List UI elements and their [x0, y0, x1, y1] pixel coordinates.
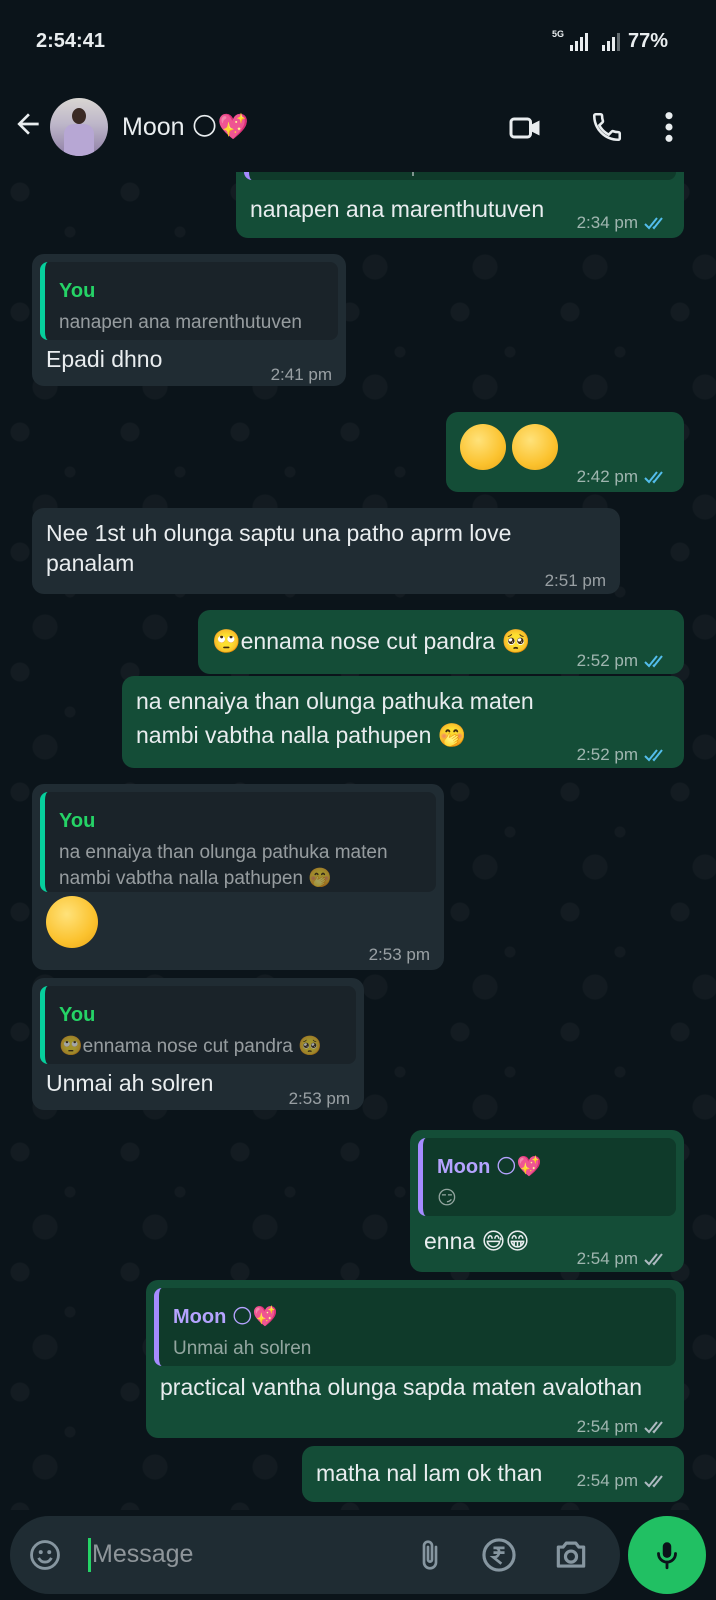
smirk-emoji	[46, 896, 98, 948]
quoted-text: Ethachum fruit saptalam la	[263, 172, 666, 180]
message-text: Unmai ah solren	[46, 1070, 214, 1096]
chat-area[interactable]: Ethachum fruit saptalam la nanapen ana m…	[0, 172, 716, 1510]
message-text	[460, 424, 559, 470]
message-time: 2:34 pm	[576, 213, 638, 232]
quoted-text: Unmai ah solren	[173, 1338, 312, 1359]
message-text: Epadi dhno	[46, 346, 163, 372]
message-meta: 2:54 pm	[577, 1466, 670, 1496]
message-meta: 2:54 pm	[577, 1244, 670, 1274]
double-check-icon	[644, 655, 663, 668]
message-time: 2:42 pm	[576, 467, 638, 486]
attach-icon[interactable]	[414, 1536, 446, 1574]
message-meta: 2:42 pm	[577, 462, 670, 492]
double-check-icon	[644, 1475, 663, 1488]
message-time: 2:52 pm	[576, 745, 638, 764]
message-bubble-outgoing[interactable]: Moon 🌕💖 Unmai ah solren practical vantha…	[146, 1280, 684, 1438]
message-time: 2:54 pm	[576, 1249, 638, 1268]
voice-call-icon[interactable]	[590, 110, 624, 144]
text-cursor	[88, 1538, 91, 1572]
message-bubble-incoming[interactable]: Nee 1st uh olunga saptu una patho aprm l…	[32, 508, 620, 594]
double-check-icon	[644, 1421, 663, 1434]
composer-bar: Message	[0, 1510, 716, 1600]
rupee-payment-icon[interactable]	[480, 1536, 518, 1574]
quoted-text-line: na ennaiya than olunga pathuka maten	[59, 842, 388, 863]
emoji-icon[interactable]	[28, 1538, 62, 1572]
message-meta: 2:52 pm	[577, 646, 670, 676]
message-meta: 2:52 pm	[577, 740, 670, 770]
message-text-line: Nee 1st uh olunga saptu una patho aprm l…	[46, 520, 512, 546]
message-time: 2:54 pm	[576, 1417, 638, 1436]
message-bubble-outgoing[interactable]: na ennaiya than olunga pathuka maten nam…	[122, 676, 684, 768]
message-meta: 2:51 pm	[545, 566, 606, 596]
quoted-message[interactable]: You na ennaiya than olunga pathuka maten…	[40, 792, 436, 892]
quoted-text-line: nambi vabtha nalla pathupen 🤭	[59, 868, 332, 889]
quoted-author: Moon 🌕💖	[173, 1306, 278, 1328]
quoted-message[interactable]: You 🙄ennama nose cut pandra 🥺	[40, 986, 356, 1064]
message-text: matha nal lam ok than	[316, 1460, 543, 1486]
signal-icon	[569, 32, 588, 51]
quoted-message[interactable]: Moon 🌕💖 Unmai ah solren	[154, 1288, 676, 1366]
message-bubble-outgoing[interactable]: 2:42 pm	[446, 412, 684, 492]
message-bubble-outgoing[interactable]: 🙄ennama nose cut pandra 🥺 2:52 pm	[198, 610, 684, 674]
contact-name[interactable]: Moon 🌕💖	[122, 112, 249, 142]
message-time: 2:53 pm	[368, 945, 430, 964]
message-text: nanapen ana marenthutuven	[250, 196, 545, 222]
message-time: 2:51 pm	[544, 571, 606, 590]
message-text: 🙄ennama nose cut pandra 🥺	[212, 628, 531, 654]
quoted-author: You	[59, 1004, 96, 1026]
message-bubble-outgoing[interactable]: Moon 🌕💖 😏 enna 😅😁 2:54 pm	[410, 1130, 684, 1272]
message-time: 2:52 pm	[576, 651, 638, 670]
sweat-smile-emoji	[460, 424, 506, 470]
status-time: 2:54:41	[36, 30, 105, 52]
back-arrow-icon[interactable]	[12, 108, 44, 140]
video-call-icon[interactable]	[506, 110, 546, 146]
message-input-box[interactable]: Message	[10, 1516, 620, 1594]
signal-icon-2	[601, 32, 620, 51]
avatar[interactable]	[50, 98, 108, 156]
sweat-smile-emoji	[512, 424, 559, 470]
double-check-icon	[644, 1253, 663, 1266]
quoted-text: nanapen ana marenthutuven	[59, 312, 302, 333]
status-bar: 2:54:41 5G 77%	[0, 0, 716, 82]
quoted-author: Moon 🌕💖	[437, 1156, 542, 1178]
double-check-icon	[644, 217, 663, 230]
message-time: 2:53 pm	[288, 1089, 350, 1108]
message-time: 2:41 pm	[270, 365, 332, 384]
quoted-text: 🙄ennama nose cut pandra 🥺	[59, 1036, 322, 1057]
quoted-text: 😏	[437, 1188, 457, 1209]
message-bubble-outgoing[interactable]: matha nal lam ok than 2:54 pm	[302, 1446, 684, 1502]
quoted-message[interactable]: You nanapen ana marenthutuven	[40, 262, 338, 340]
chat-header: Moon 🌕💖	[0, 82, 716, 172]
message-bubble-incoming[interactable]: You nanapen ana marenthutuven Epadi dhno…	[32, 254, 346, 386]
message-text-line: panalam	[46, 550, 135, 576]
mic-button[interactable]	[628, 1516, 706, 1594]
message-bubble-incoming[interactable]: You na ennaiya than olunga pathuka maten…	[32, 784, 444, 970]
more-options-icon[interactable]	[662, 110, 676, 144]
mic-icon	[657, 1542, 677, 1570]
message-bubble-outgoing[interactable]: Ethachum fruit saptalam la nanapen ana m…	[236, 172, 684, 238]
double-check-icon	[644, 471, 663, 484]
message-text-line: nambi vabtha nalla pathupen 🤭	[136, 722, 467, 748]
message-meta: 2:54 pm	[577, 1412, 670, 1442]
message-bubble-incoming[interactable]: You 🙄ennama nose cut pandra 🥺 Unmai ah s…	[32, 978, 364, 1110]
message-emoji	[46, 896, 98, 948]
quoted-message[interactable]: Moon 🌕💖 😏	[418, 1138, 676, 1216]
message-meta: 2:53 pm	[369, 940, 430, 970]
message-meta: 2:53 pm	[289, 1084, 350, 1114]
message-input[interactable]: Message	[92, 1540, 193, 1569]
quoted-author: You	[59, 280, 96, 302]
double-check-icon	[644, 749, 663, 762]
battery-level: 77%	[627, 30, 668, 52]
network-type: 5G	[551, 28, 564, 39]
message-time: 2:54 pm	[576, 1471, 638, 1490]
message-meta: 2:41 pm	[271, 360, 332, 390]
message-text-line: na ennaiya than olunga pathuka maten	[136, 688, 534, 714]
status-indicators: 5G 77%	[551, 28, 668, 53]
quoted-message[interactable]: Ethachum fruit saptalam la	[244, 172, 676, 180]
message-text: practical vantha olunga sapda maten aval…	[160, 1374, 643, 1400]
camera-icon[interactable]	[552, 1536, 590, 1574]
quoted-author: You	[59, 810, 96, 832]
message-text: enna 😅😁	[424, 1228, 530, 1254]
message-meta: 2:34 pm	[577, 208, 670, 238]
